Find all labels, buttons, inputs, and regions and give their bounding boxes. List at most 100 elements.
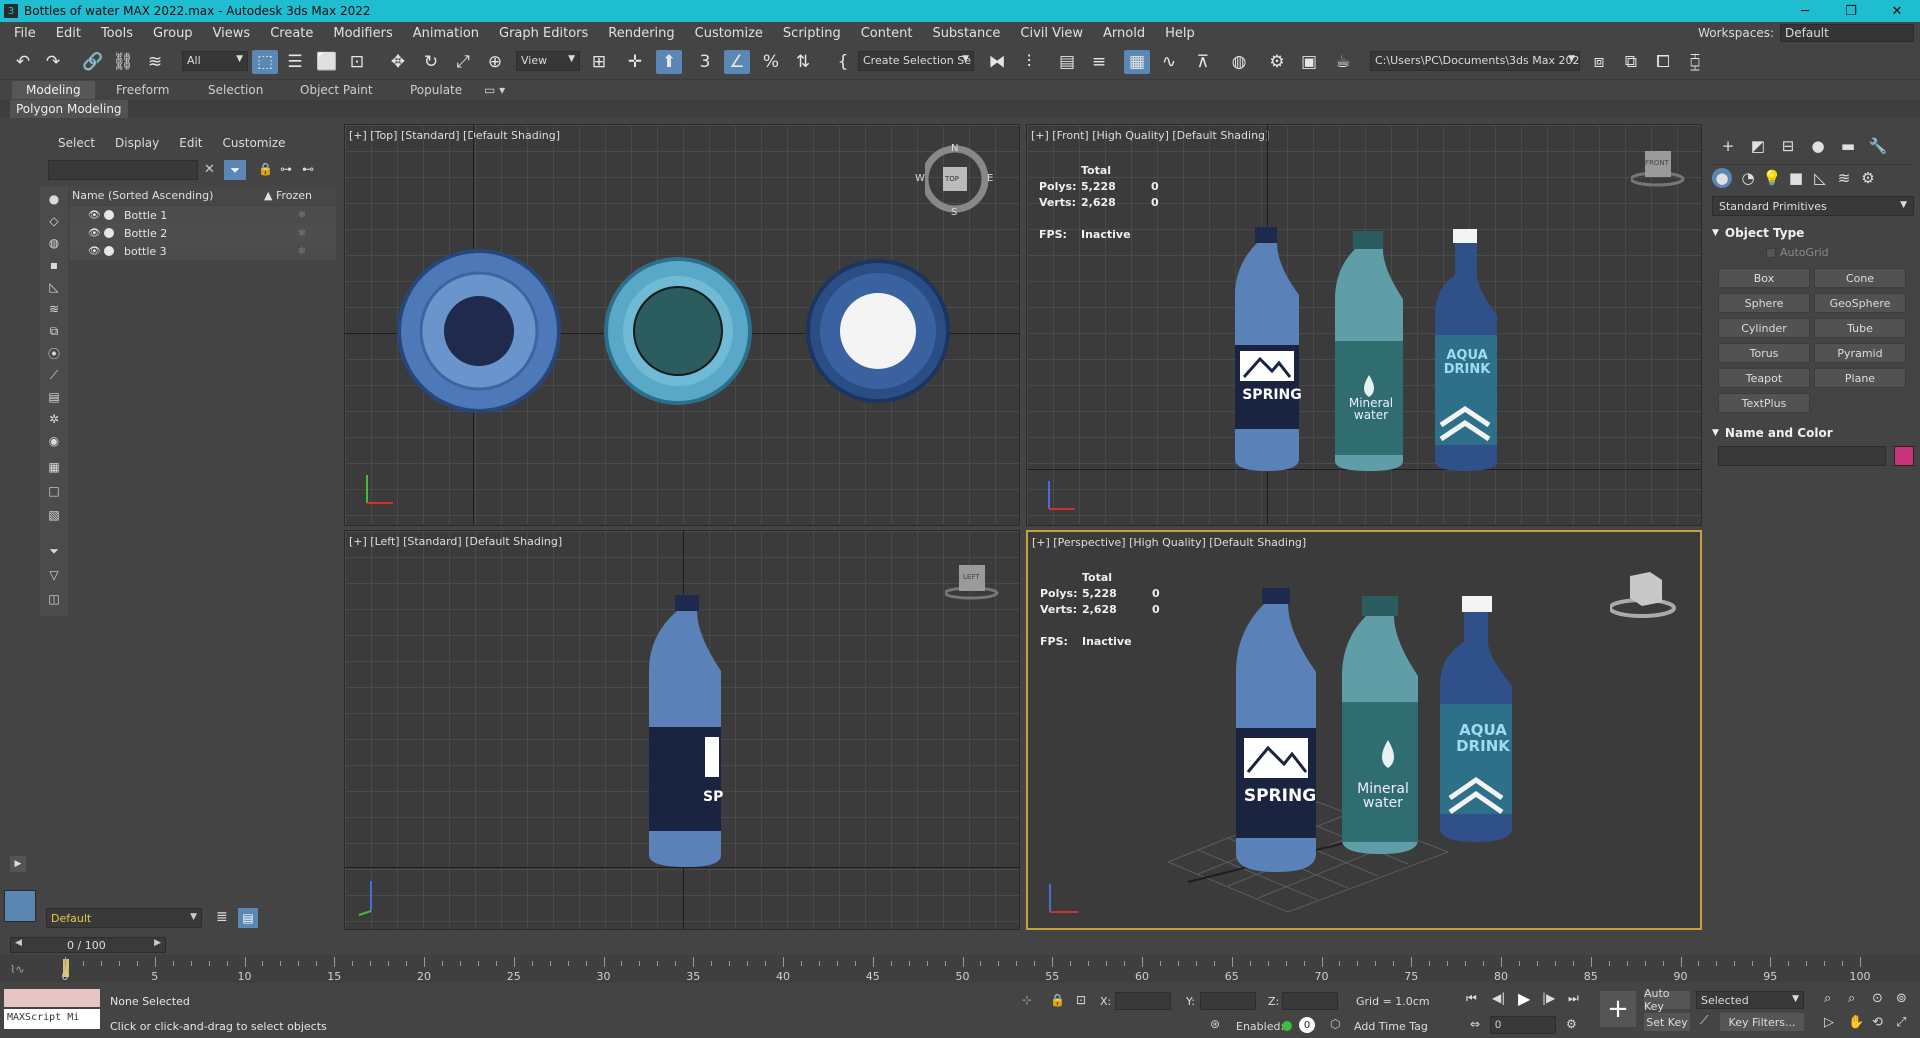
minimize-button[interactable]: ─ <box>1782 0 1828 22</box>
display-groups-icon[interactable]: ⧉ <box>45 322 63 340</box>
menu-content[interactable]: Content <box>851 26 923 41</box>
add-time-tag[interactable]: Add Time Tag <box>1354 1020 1428 1033</box>
viewport-layout-icon[interactable] <box>4 890 36 922</box>
time-tag-icon[interactable]: 0 <box>1299 1017 1315 1033</box>
tab-modeling[interactable]: Modeling <box>12 81 95 99</box>
play-icon[interactable]: ▶ <box>1518 989 1530 1008</box>
funnel-icon[interactable]: ⏷ <box>45 542 63 560</box>
menu-animation[interactable]: Animation <box>403 26 489 41</box>
scene-explorer-toggle-icon[interactable]: ▤ <box>238 908 258 928</box>
display-shapes-icon[interactable]: ◇ <box>45 212 63 230</box>
tab-freeform[interactable]: Freeform <box>102 81 183 99</box>
viewcube[interactable]: LEFT <box>943 561 999 615</box>
geosphere-button[interactable]: GeoSphere <box>1814 293 1906 313</box>
key-filters-button[interactable]: Key Filters... <box>1720 1013 1804 1031</box>
bind-spacewarp-icon[interactable]: ≋ <box>142 50 168 74</box>
display-xrefs-icon[interactable]: ⦿ <box>45 344 63 362</box>
viewcube[interactable]: N S E W TOP <box>915 143 993 218</box>
orbit-icon[interactable]: ⟲ <box>1872 1015 1883 1030</box>
project-folder-icon[interactable]: ⧠ <box>1650 50 1676 74</box>
menu-customize[interactable]: Customize <box>685 26 773 41</box>
undo-icon[interactable]: ↶ <box>10 50 36 74</box>
menu-tools[interactable]: Tools <box>91 26 143 41</box>
z-coordinate-field[interactable] <box>1282 992 1338 1010</box>
toggle-layer-explorer-icon[interactable]: ≡ <box>1086 50 1112 74</box>
display-lights-icon[interactable]: ◍ <box>45 234 63 252</box>
clear-search-icon[interactable]: ✕ <box>204 162 220 178</box>
zoom-icon[interactable]: ⌕ <box>1824 991 1831 1006</box>
curve-editor-icon[interactable]: ∿ <box>1156 50 1182 74</box>
explorer-menu-edit[interactable]: Edit <box>179 136 202 150</box>
display-containers-icon[interactable]: ▤ <box>45 388 63 406</box>
open-explorer-icon[interactable]: ⧈ <box>1586 50 1612 74</box>
link-icon[interactable]: 🔗 <box>80 50 106 74</box>
menu-graph-editors[interactable]: Graph Editors <box>489 26 598 41</box>
lock-icon[interactable]: 🔒 <box>258 162 274 178</box>
key-mode-icon[interactable]: ⇔ <box>1470 1017 1480 1031</box>
previous-frame-icon[interactable]: ◀| <box>1492 991 1505 1005</box>
tube-button[interactable]: Tube <box>1814 318 1906 338</box>
viewcube[interactable] <box>1608 566 1676 620</box>
curve-editor-toggle-icon[interactable]: ⌇∿ <box>10 959 50 979</box>
render-production-icon[interactable]: ☕ <box>1330 50 1356 74</box>
default-tangents-icon[interactable]: ⟋ <box>1700 1013 1708 1028</box>
explorer-menu-display[interactable]: Display <box>115 136 159 150</box>
restore-button[interactable]: ❐ <box>1828 0 1874 22</box>
lights-category-icon[interactable]: 💡 <box>1762 168 1782 188</box>
teapot-button[interactable]: Teapot <box>1718 368 1810 388</box>
cone-button[interactable]: Cone <box>1814 268 1906 288</box>
keyboard-shortcut-toggle-icon[interactable]: ⬆ <box>656 50 682 74</box>
box-button[interactable]: Box <box>1718 268 1810 288</box>
named-selection-sets-dropdown[interactable]: Create Selection Se ▼ <box>858 51 974 71</box>
tab-object-paint[interactable]: Object Paint <box>286 81 387 99</box>
y-coordinate-field[interactable] <box>1200 992 1256 1010</box>
menu-civil-view[interactable]: Civil View <box>1010 26 1093 41</box>
display-geometry-icon[interactable]: ● <box>45 190 63 208</box>
display-bones-icon[interactable]: ⟋ <box>45 366 63 384</box>
rendered-frame-window-icon[interactable]: ▣ <box>1296 50 1322 74</box>
toggle-ribbon-icon[interactable]: ▦ <box>1124 50 1150 74</box>
helpers-category-icon[interactable]: ◺ <box>1810 168 1830 188</box>
menu-file[interactable]: File <box>0 26 46 41</box>
menu-substance[interactable]: Substance <box>922 26 1010 41</box>
maxscript-listener-top[interactable] <box>4 989 100 1007</box>
set-project-folder-icon[interactable]: ⧉ <box>1618 50 1644 74</box>
isolate-selection-icon[interactable]: ⊹ <box>1022 993 1032 1007</box>
material-editor-icon[interactable]: ◍ <box>1226 50 1252 74</box>
window-crossing-icon[interactable]: ⊡ <box>344 50 370 74</box>
bag-icon[interactable]: ◫ <box>45 590 63 608</box>
display-all-icon[interactable]: ▦ <box>45 458 63 476</box>
enabled-indicator[interactable] <box>1282 1021 1292 1031</box>
menu-create[interactable]: Create <box>260 26 323 41</box>
tab-populate[interactable]: Populate <box>396 81 476 99</box>
tag-icon[interactable]: ⬡ <box>1330 1017 1340 1031</box>
freeze-icon[interactable]: ❄ <box>298 228 306 239</box>
zoom-extents-all-icon[interactable]: ⊚ <box>1896 991 1907 1006</box>
explorer-search-input[interactable] <box>48 160 198 180</box>
menu-modifiers[interactable]: Modifiers <box>323 26 402 41</box>
tab-selection[interactable]: Selection <box>194 81 277 99</box>
display-tab-icon[interactable]: ▬ <box>1838 136 1858 156</box>
systems-category-icon[interactable]: ⚙ <box>1858 168 1878 188</box>
project-folder-dropdown[interactable]: C:\Users\PC\Documents\3ds Max 2022 ▼ <box>1370 51 1580 71</box>
time-next-icon[interactable]: ▶ <box>154 938 161 948</box>
unlink-icon[interactable]: ⛓ <box>110 50 136 74</box>
sync-folder-icon[interactable]: ⧮ <box>1682 50 1708 74</box>
display-cameras-icon[interactable]: ▪ <box>45 256 63 274</box>
filter-icon[interactable]: ⏷ <box>224 160 246 180</box>
menu-rendering[interactable]: Rendering <box>598 26 684 41</box>
maximize-viewport-icon[interactable]: ⤢ <box>1896 1015 1906 1030</box>
column-name[interactable]: Name (Sorted Ascending) <box>72 189 264 202</box>
menu-views[interactable]: Views <box>203 26 261 41</box>
geometry-category-icon[interactable]: ● <box>1712 168 1732 188</box>
modify-tab-icon[interactable]: ◩ <box>1748 136 1768 156</box>
autogrid-checkbox[interactable]: AutoGrid <box>1766 246 1829 259</box>
selection-lock-icon[interactable]: 🔒 <box>1050 993 1065 1007</box>
menu-edit[interactable]: Edit <box>46 26 91 41</box>
current-frame-field[interactable] <box>1490 1016 1556 1034</box>
zoom-all-icon[interactable]: ⌕ <box>1848 991 1855 1006</box>
redo-icon[interactable]: ↷ <box>40 50 66 74</box>
viewcube[interactable]: FRONT <box>1629 139 1685 193</box>
utilities-tab-icon[interactable]: 🔧 <box>1868 136 1888 156</box>
set-key-button[interactable]: Set Key <box>1644 1013 1690 1031</box>
